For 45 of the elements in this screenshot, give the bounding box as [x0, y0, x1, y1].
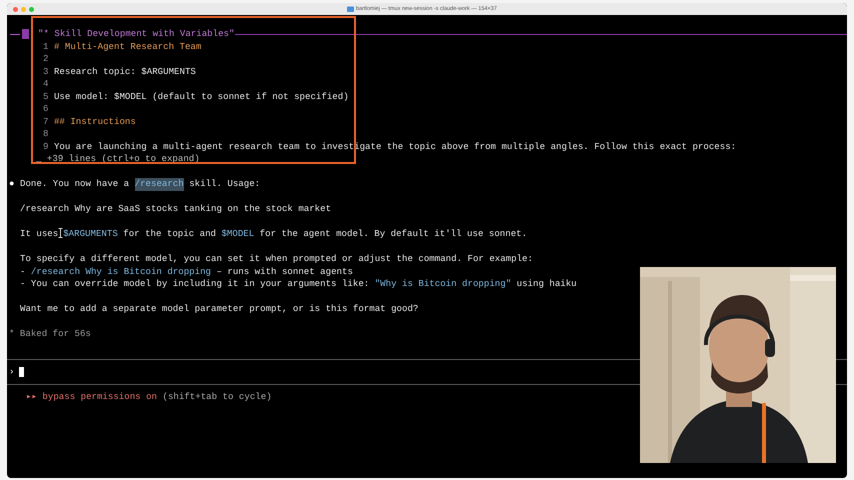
bullet-icon: ●: [9, 178, 20, 190]
file-line: Research topic: $ARGUMENTS: [54, 66, 196, 78]
response-text: Want me to add a separate model parameter prompt, or is this format good?: [20, 303, 418, 316]
file-line: ## Instructions: [54, 116, 136, 128]
response-text: It uses: [20, 228, 58, 240]
file-line: Use model: $MODEL (default to sonnet if not specified): [54, 90, 349, 103]
code-text: "Why is Bitcoin dropping": [374, 278, 512, 290]
line-number: 3: [43, 66, 48, 78]
status-text: * Baked for 56s: [9, 328, 91, 339]
response-text: – runs with sonnet agents: [215, 266, 353, 278]
response-text: skill. Usage:: [188, 178, 260, 190]
line-number: 8: [43, 128, 48, 140]
file-title: "* Skill Development with Variables": [37, 28, 234, 40]
line-number: 5: [43, 90, 48, 103]
mode-hint: (shift+tab to cycle): [162, 390, 272, 403]
line-number: 1: [43, 40, 48, 53]
response-text: Done. You now have a: [20, 178, 130, 190]
folder-icon: [347, 6, 354, 12]
code-text: $MODEL: [221, 228, 254, 240]
file-line: # Multi-Agent Research Team: [54, 40, 202, 53]
close-button[interactable]: [13, 6, 18, 12]
skill-icon: [22, 29, 29, 40]
code-text: $ARGUMENTS: [63, 228, 118, 240]
zoom-button[interactable]: [29, 6, 34, 12]
selected-text: /research: [134, 178, 184, 190]
response-text: /research Why are SaaS stocks tanking on the stock market: [20, 203, 332, 216]
prompt-symbol: ›: [9, 366, 14, 378]
mode-indicator: ▸▸ bypass permissions on: [26, 390, 158, 403]
line-number: 2: [43, 53, 48, 66]
response-text: for the topic and: [122, 228, 218, 240]
text-cursor: [19, 366, 24, 377]
line-number: 4: [43, 78, 48, 90]
response-text: using haiku: [516, 278, 577, 290]
response-text: for the agent model. By default it'll use sonnet.: [258, 228, 528, 240]
response-text: To specify a different model, you can set it when prompted or adjust the command. For example:: [20, 253, 533, 266]
line-number: 9: [43, 140, 48, 153]
prompt-field[interactable]: ›: [7, 366, 847, 378]
line-number: 7: [43, 116, 48, 128]
response-text: - You can override model by including it in your arguments like:: [20, 278, 370, 290]
text-cursor-icon: [58, 228, 64, 238]
code-text: /research Why is Bitcoin dropping: [30, 266, 212, 278]
expand-hint: _ +39 lines (ctrl+o to expand): [36, 153, 200, 164]
response-text: -: [20, 266, 26, 278]
minimize-button[interactable]: [21, 6, 26, 12]
line-number: 6: [43, 103, 48, 116]
